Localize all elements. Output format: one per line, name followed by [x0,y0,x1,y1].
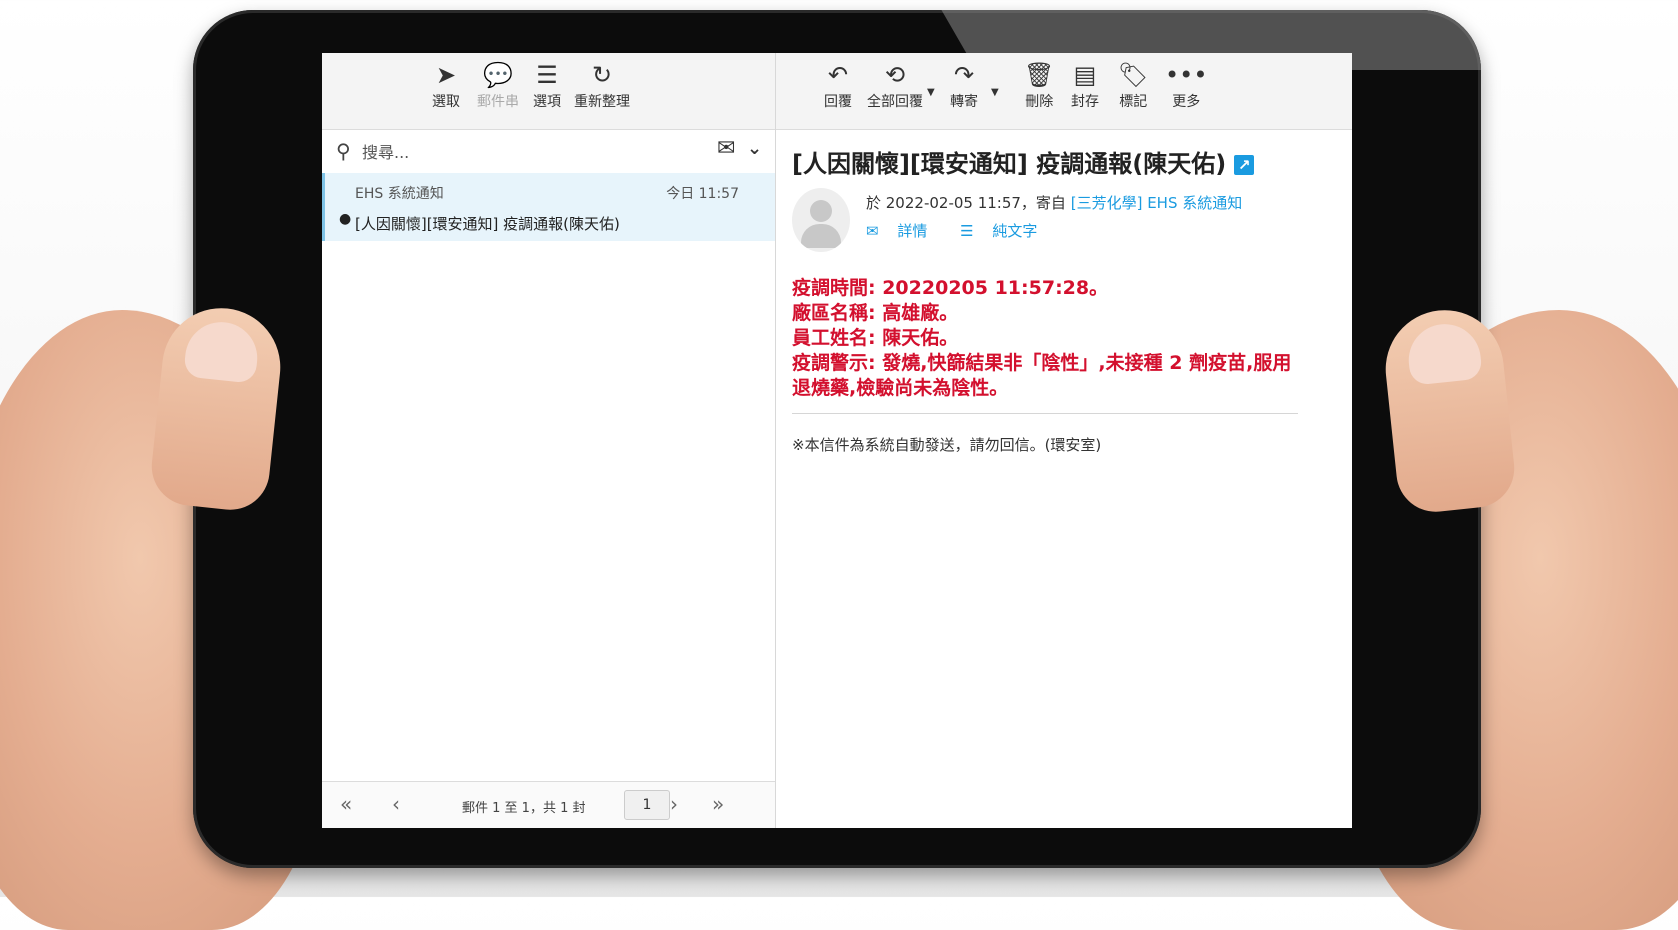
more-button[interactable]: ••• 更多 [1165,61,1207,111]
avatar [792,188,850,252]
thread-label: 郵件串 [477,94,519,110]
pagination: « ‹ 郵件 1 至 1，共 1 封 1 › » [322,781,775,828]
forward-icon: ↷ [953,61,975,89]
reply-icon: ↶ [827,61,849,89]
message-title: [人因關懷][環安通知] 疫調通報(陳天佑) ↗ [792,144,1255,179]
forward-button[interactable]: ↷ 轉寄 [950,61,978,111]
footer-note: ※本信件為系統自動發送，請勿回信。(環安室) [792,436,1102,454]
message-meta: 於 2022-02-05 11:57，寄自 [三芳化學] EHS 系統通知 [866,192,1242,213]
more-label: 更多 [1172,94,1201,110]
details-label: 詳情 [897,222,928,240]
mark-button[interactable]: 🏷 標記 [1118,61,1148,111]
reply-all-label: 全部回覆 [867,94,923,110]
tag-icon: 🏷 [1118,61,1149,89]
sliders-icon: ☰ [536,61,558,89]
options-label: 選項 [533,94,561,110]
refresh-icon: ↻ [591,61,613,89]
reply-all-button[interactable]: ⟲ 全部回覆 [867,61,923,111]
mail-screen: ➤ 選取 💬 郵件串 ☰ 選項 ↻ 重新整理 ↶ 回覆 ⟲ 全部回覆 ▼ ↷ 轉… [322,53,1352,828]
body-line: 廠區名稱: 高雄廠。 [792,302,959,324]
cursor-icon: ➤ [435,61,457,89]
search-bar: ⚲ ✉ ⌄ [322,130,775,172]
archive-label: 封存 [1071,94,1099,110]
avatar-head [810,200,832,222]
search-input[interactable] [360,138,664,166]
mark-label: 標記 [1119,94,1148,110]
reply-all-caret-icon[interactable]: ▼ [927,87,935,98]
details-link[interactable]: ✉ 詳情 [866,222,941,240]
first-page-icon[interactable]: « [340,792,352,816]
page-number-input[interactable]: 1 [624,790,670,820]
refresh-button[interactable]: ↻ 重新整理 [574,61,630,111]
pager-info: 郵件 1 至 1，共 1 封 [462,801,586,816]
prev-page-icon[interactable]: ‹ [392,792,400,816]
list-icon: ☰ [960,222,979,240]
message-from: EHS 系統通知 [355,186,444,202]
list-item[interactable]: EHS 系統通知 今日 11:57 ● [人因關懷][環安通知] 疫調通報(陳天… [322,173,775,241]
envelope-icon[interactable]: ✉ [717,136,735,161]
plaintext-link[interactable]: ☰ 純文字 [960,222,1051,240]
message-date: 今日 11:57 [666,186,739,202]
envelope-icon: ✉ [866,222,884,240]
thumbnail-left [183,318,261,384]
chevron-down-icon[interactable]: ⌄ [747,138,762,159]
alert-body: 疫調時間: 20220205 11:57:28。 廠區名稱: 高雄廠。 員工姓名… [792,276,1297,401]
delete-label: 刪除 [1025,94,1054,110]
archive-icon: ▤ [1073,61,1097,89]
unread-dot-icon: ● [339,211,352,227]
message-actions: ✉ 詳情 ☰ 純文字 [866,220,1065,241]
archive-button[interactable]: ▤ 封存 [1071,61,1099,111]
reply-button[interactable]: ↶ 回覆 [824,61,852,111]
last-page-icon[interactable]: » [712,792,724,816]
thumbnail-right [1405,320,1483,386]
select-button[interactable]: ➤ 選取 [432,61,460,111]
meta-prefix: 於 2022-02-05 11:57，寄自 [866,194,1071,212]
search-icon: ⚲ [336,139,351,163]
divider [792,413,1298,414]
message-subject: [人因關懷][環安通知] 疫調通報(陳天佑) [355,215,620,233]
forward-caret-icon[interactable]: ▼ [991,87,999,98]
plaintext-label: 純文字 [992,222,1038,240]
reading-pane: [人因關懷][環安通知] 疫調通報(陳天佑) ↗ 於 2022-02-05 11:… [776,130,1352,828]
delete-button[interactable]: 🗑 刪除 [1024,61,1054,111]
select-label: 選取 [432,94,460,110]
next-page-icon[interactable]: › [670,792,678,816]
comments-icon: 💬 [483,61,513,89]
toolbar: ➤ 選取 💬 郵件串 ☰ 選項 ↻ 重新整理 ↶ 回覆 ⟲ 全部回覆 ▼ ↷ 轉… [322,53,1352,130]
ellipsis-icon: ••• [1165,61,1208,89]
body-line: 疫調時間: 20220205 11:57:28。 [792,277,1109,299]
reply-all-icon: ⟲ [884,61,906,89]
trash-icon: 🗑 [1024,61,1055,89]
thread-button[interactable]: 💬 郵件串 [477,61,519,111]
avatar-body [801,224,841,248]
open-in-new-window-icon[interactable]: ↗ [1234,155,1255,175]
body-line: 疫調警示: 發燒,快篩結果非「陰性」,未接種 2 劑疫苗,服用退燒藥,檢驗尚未為… [792,352,1292,399]
options-button[interactable]: ☰ 選項 [533,61,561,111]
forward-label: 轉寄 [950,94,978,110]
message-title-text: [人因關懷][環安通知] 疫調通報(陳天佑) [792,150,1227,178]
refresh-label: 重新整理 [574,94,630,110]
reply-label: 回覆 [824,94,852,110]
body-line: 員工姓名: 陳天佑。 [792,327,959,349]
sender-link[interactable]: [三芳化學] EHS 系統通知 [1071,194,1243,212]
